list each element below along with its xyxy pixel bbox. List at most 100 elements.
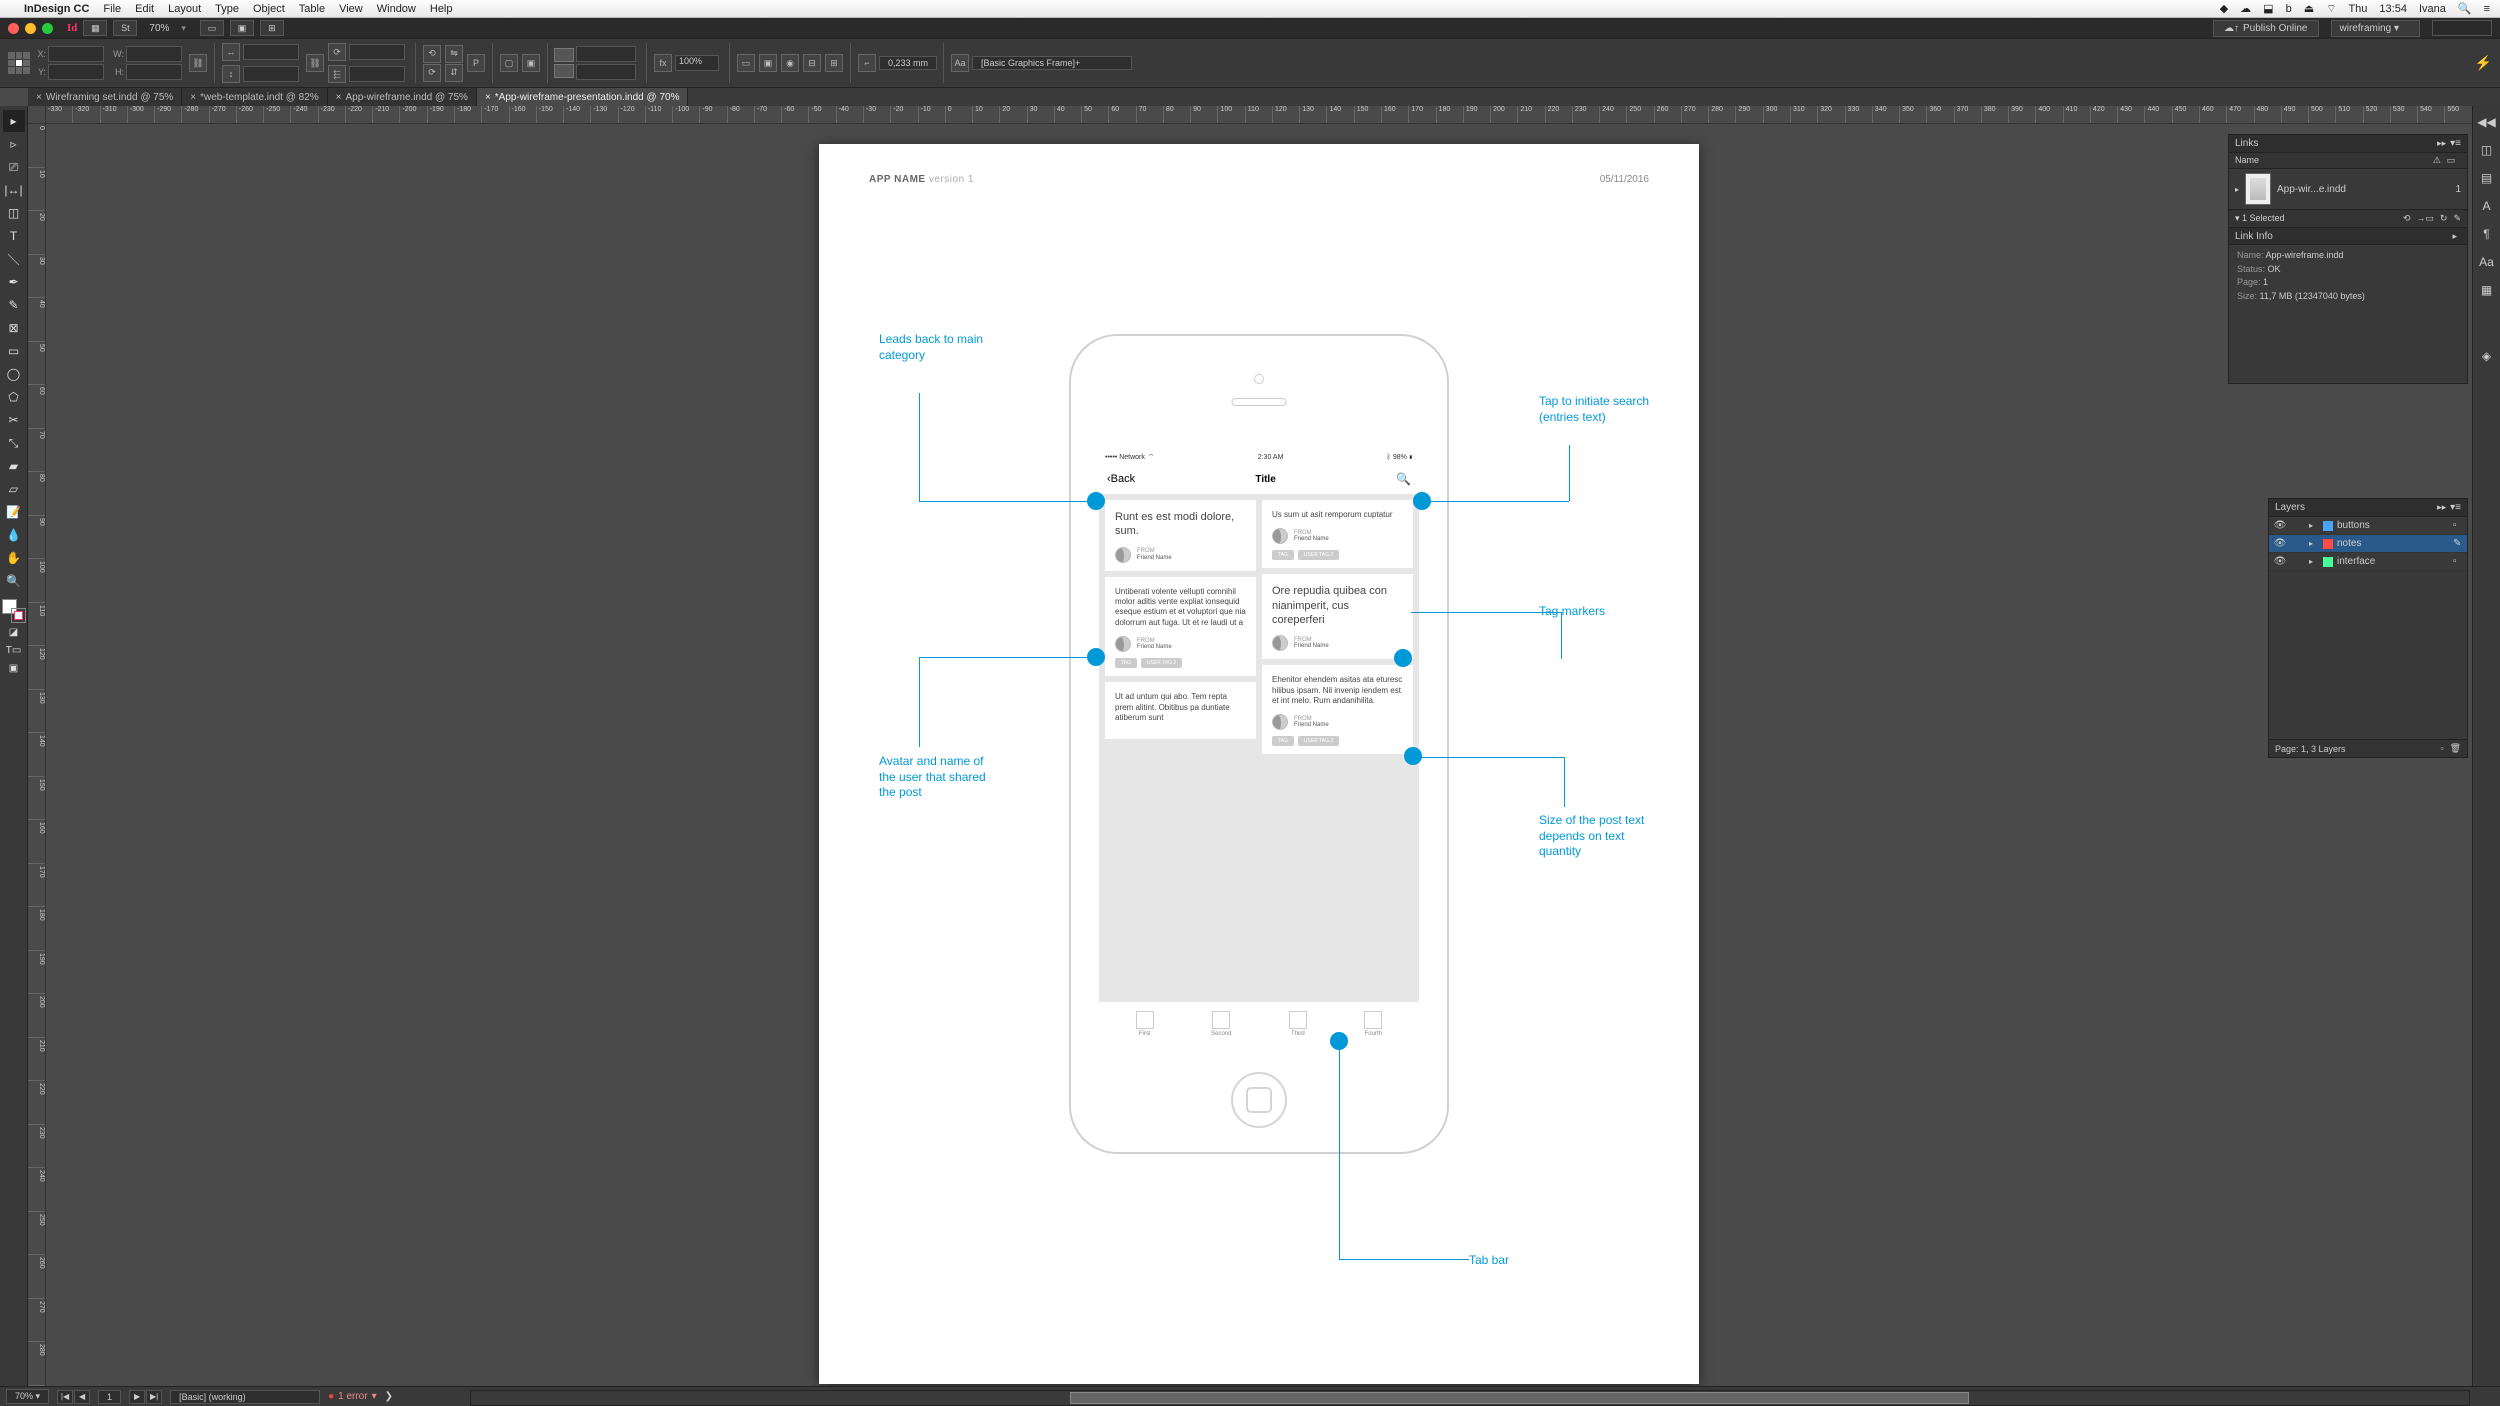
- visibility-toggle-icon[interactable]: 👁: [2273, 556, 2287, 567]
- layer-row[interactable]: 👁▸notes✎: [2269, 535, 2467, 553]
- canvas-area[interactable]: APP NAME version 1 05/11/2016 Leads back…: [46, 124, 2472, 1386]
- next-page-icon[interactable]: ▶: [129, 1390, 145, 1404]
- hand-tool-icon[interactable]: ✋: [3, 547, 25, 569]
- doc-tab-active[interactable]: ×*App-wireframe-presentation.indd @ 70%: [477, 88, 689, 106]
- swatches-panel-icon[interactable]: ▦: [2477, 280, 2497, 300]
- link-item[interactable]: ▸ App-wir...e.indd 1: [2229, 169, 2467, 209]
- panel-menu-icon[interactable]: ▾≡: [2450, 138, 2461, 149]
- layers-panel-icon[interactable]: ◈: [2477, 346, 2497, 366]
- rectangle-tool-icon[interactable]: ▭: [3, 340, 25, 362]
- menubar-time[interactable]: 13:54: [2379, 3, 2407, 15]
- menu-file[interactable]: File: [103, 3, 121, 15]
- panel-title[interactable]: Layers: [2275, 502, 2305, 513]
- cc-libraries-icon[interactable]: ◫: [2477, 140, 2497, 160]
- new-layer-icon[interactable]: ▫: [2440, 743, 2443, 754]
- fx-icon[interactable]: fx: [654, 54, 672, 72]
- rotate-ccw-icon[interactable]: ⟲: [423, 45, 441, 63]
- w-input[interactable]: [126, 46, 182, 62]
- post-card[interactable]: Ehenitor ehendem asitas ata eturesc hili…: [1262, 665, 1413, 754]
- links-col-page-icon[interactable]: ▭: [2441, 155, 2461, 166]
- doc-tab[interactable]: ×Wireframing set.indd @ 75%: [28, 88, 182, 106]
- selection-indicator[interactable]: ▫: [2453, 520, 2463, 531]
- scale-x-input[interactable]: [243, 44, 299, 60]
- tag-marker[interactable]: USER TAG 2: [1298, 736, 1339, 746]
- open-menu-icon[interactable]: ❯: [385, 1391, 393, 1402]
- styles-panel-icon[interactable]: Aa: [2477, 252, 2497, 272]
- menubar-wifi-icon[interactable]: ⌔: [2326, 2, 2336, 16]
- page-nav[interactable]: |◀◀: [57, 1390, 90, 1404]
- post-card[interactable]: Us sum ut asit remporum cuptatur FROMFri…: [1262, 500, 1413, 568]
- menubar-day[interactable]: Thu: [2348, 3, 2367, 15]
- direct-selection-tool-icon[interactable]: ▹: [3, 133, 25, 155]
- gradient-feather-tool-icon[interactable]: ▱: [3, 478, 25, 500]
- tab-item[interactable]: Third: [1289, 1011, 1307, 1037]
- menubar-notifications-icon[interactable]: ≡: [2484, 3, 2490, 15]
- character-panel-icon[interactable]: A: [2477, 196, 2497, 216]
- type-tool-icon[interactable]: T: [3, 225, 25, 247]
- vertical-ruler[interactable]: 0102030405060708090100110120130140150160…: [28, 124, 46, 1386]
- menu-object[interactable]: Object: [253, 3, 285, 15]
- menubar-dropbox-icon[interactable]: ⬓: [2263, 2, 2273, 15]
- rotate-cw-icon[interactable]: ⟳: [423, 64, 441, 82]
- tag-marker[interactable]: USER TAG 2: [1141, 658, 1182, 668]
- container-select-icon[interactable]: ▢: [500, 54, 518, 72]
- panel-collapse-icon[interactable]: ▸▸: [2437, 502, 2446, 513]
- menubar-user[interactable]: Ivana: [2419, 3, 2446, 15]
- window-close-button[interactable]: [8, 23, 19, 34]
- window-zoom-button[interactable]: [42, 23, 53, 34]
- h-input[interactable]: [126, 64, 182, 80]
- publish-online-button[interactable]: ☁↑Publish Online: [2213, 20, 2318, 37]
- links-col-warn-icon[interactable]: ⚠: [2433, 155, 2441, 166]
- screen-mode-normal-icon[interactable]: ▣: [3, 659, 25, 677]
- pen-tool-icon[interactable]: ✒: [3, 271, 25, 293]
- wrap-none-icon[interactable]: ▭: [737, 54, 755, 72]
- menu-help[interactable]: Help: [430, 3, 453, 15]
- stroke-swatch[interactable]: [554, 64, 574, 78]
- disclosure-triangle-icon[interactable]: ▸: [2309, 521, 2319, 530]
- rotate-input[interactable]: [349, 44, 405, 60]
- menu-window[interactable]: Window: [377, 3, 416, 15]
- scissors-tool-icon[interactable]: ✂: [3, 409, 25, 431]
- edit-original-icon[interactable]: ✎: [2453, 213, 2461, 224]
- window-minimize-button[interactable]: [25, 23, 36, 34]
- disclosure-triangle-icon[interactable]: ▸: [2235, 185, 2239, 194]
- preflight-errors[interactable]: ●1 error ▾: [328, 1391, 377, 1402]
- x-input[interactable]: [48, 46, 104, 62]
- tag-marker[interactable]: TAG: [1272, 736, 1294, 746]
- corner-options-icon[interactable]: ⌐: [858, 54, 876, 72]
- visibility-toggle-icon[interactable]: 👁: [2273, 520, 2287, 531]
- post-card[interactable]: Runt es est modi dolore, sum. FROMFriend…: [1105, 500, 1256, 571]
- arrange-button[interactable]: ⊞: [260, 20, 284, 36]
- y-input[interactable]: [48, 64, 104, 80]
- wrap-jump-icon[interactable]: ⊟: [803, 54, 821, 72]
- tag-marker[interactable]: USER TAG 2: [1298, 550, 1339, 560]
- preflight-profile[interactable]: [Basic] (working): [170, 1390, 320, 1404]
- tag-marker[interactable]: TAG: [1115, 658, 1137, 668]
- links-panel[interactable]: Links▸▸▾≡ Name⚠▭ ▸ App-wir...e.indd 1 ▾ …: [2228, 134, 2468, 384]
- bridge-button[interactable]: ▦: [83, 20, 107, 36]
- tag-marker[interactable]: TAG: [1272, 550, 1294, 560]
- flip-v-icon[interactable]: ⇵: [445, 64, 463, 82]
- layers-panel[interactable]: Layers▸▸▾≡ 👁▸buttons▫👁▸notes✎👁▸interface…: [2268, 498, 2468, 758]
- zoom-tool-icon[interactable]: 🔍: [3, 570, 25, 592]
- wrap-column-icon[interactable]: ⊞: [825, 54, 843, 72]
- menubar-cloud-icon[interactable]: ☁: [2240, 2, 2251, 15]
- stock-button[interactable]: St: [113, 20, 137, 36]
- content-select-icon[interactable]: ▣: [522, 54, 540, 72]
- update-link-icon[interactable]: ↻: [2440, 213, 2448, 224]
- opacity-input[interactable]: 100%: [675, 55, 719, 71]
- menubar-evernote-icon[interactable]: ◆: [2220, 2, 2228, 15]
- nav-search-icon[interactable]: 🔍: [1396, 472, 1411, 486]
- constrain-scale-icon[interactable]: ⛓: [306, 54, 324, 72]
- menu-type[interactable]: Type: [215, 3, 239, 15]
- ellipse-tool-icon[interactable]: ◯: [3, 363, 25, 385]
- wrap-around-icon[interactable]: ▣: [759, 54, 777, 72]
- zoom-field[interactable]: 70% ▾: [6, 1389, 49, 1404]
- last-page-icon[interactable]: ▶|: [146, 1390, 162, 1404]
- screen-mode-button[interactable]: ▣: [230, 20, 254, 36]
- scale-y-input[interactable]: [243, 66, 299, 82]
- rectangle-frame-tool-icon[interactable]: ⊠: [3, 317, 25, 339]
- corner-radius-input[interactable]: 0,233 mm: [879, 56, 937, 70]
- dock-expand-icon[interactable]: ◀◀: [2477, 112, 2497, 132]
- nav-back-button[interactable]: ‹ Back: [1107, 473, 1135, 485]
